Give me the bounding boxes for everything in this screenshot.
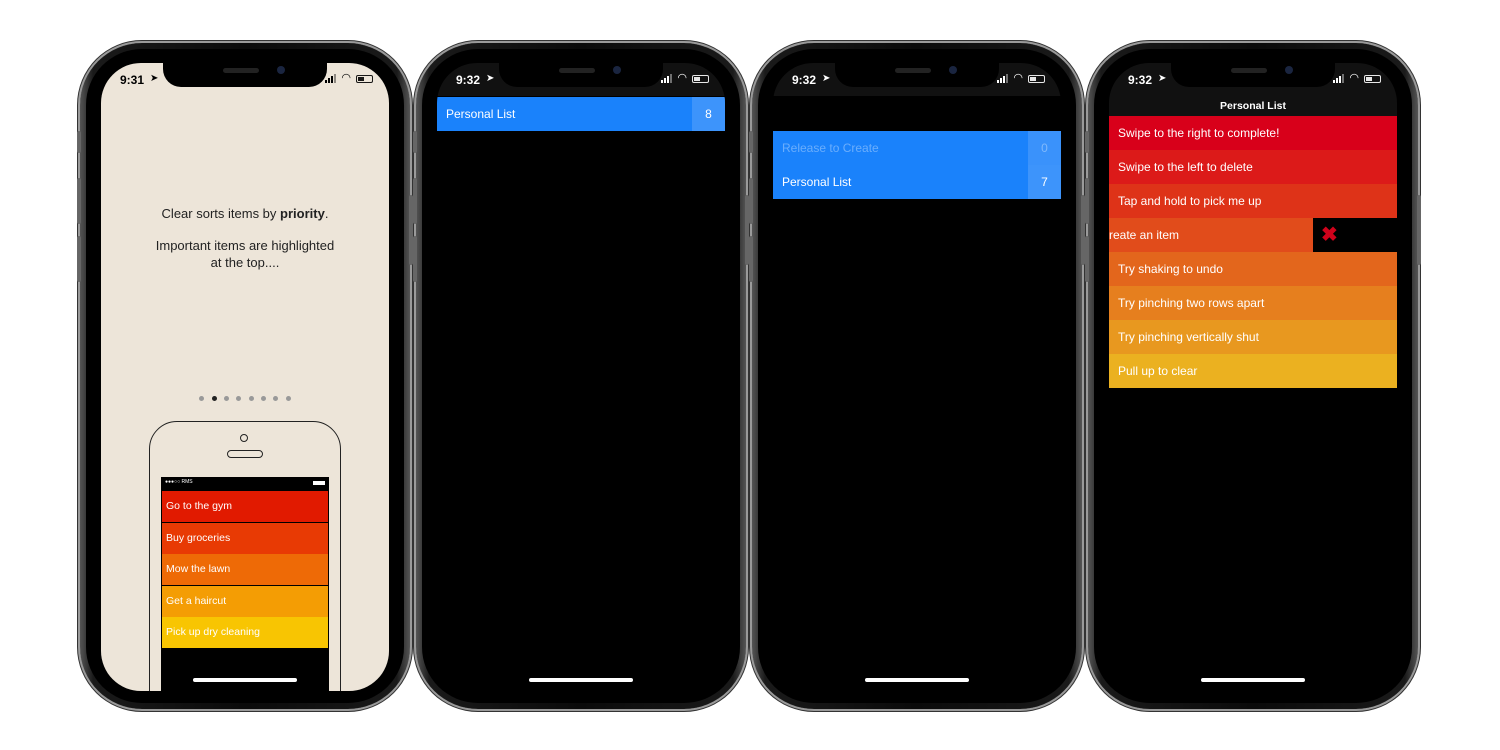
todo-row[interactable]: Try pinching vertically shut [1109, 320, 1397, 354]
status-time: 9:32 [792, 73, 817, 87]
status-time: 9:32 [1128, 73, 1153, 87]
page-dot[interactable] [211, 396, 217, 401]
battery-icon [356, 74, 373, 83]
battery-icon [1364, 74, 1381, 83]
phone-screen: Clear sorts items by priority. Important… [101, 63, 389, 691]
onboarding-text: Clear sorts items by priority. Important… [155, 206, 335, 270]
status-time: 9:31 [120, 73, 145, 87]
list-count: 0 [1028, 131, 1061, 165]
page-dot[interactable] [285, 396, 291, 401]
page-dot[interactable] [199, 396, 205, 401]
todo-row[interactable]: Pull up to clear [1109, 354, 1397, 388]
todo-row-swiped[interactable]: reate an item ✖ [1109, 218, 1397, 252]
page-indicator[interactable] [101, 394, 389, 401]
signal-icon [1333, 74, 1345, 83]
location-icon: ➤ [822, 73, 831, 84]
wifi-icon: ◠ [1013, 72, 1023, 84]
list-row[interactable]: Release to Create 0 [773, 131, 1061, 165]
list-name: Personal List [782, 175, 852, 189]
signal-icon [661, 74, 673, 83]
phone-screen: Release to Create 0 Personal List 7 9:32 ➤ ◠ [773, 63, 1061, 691]
phone-screen: Personal List 8 9:32 ➤ ◠ [437, 63, 725, 691]
list-name: Release to Create [782, 141, 879, 155]
home-indicator[interactable] [193, 678, 297, 682]
location-icon: ➤ [486, 73, 495, 84]
list-name: Personal List [446, 107, 516, 121]
page-dot[interactable] [236, 396, 242, 401]
signal-icon [325, 74, 337, 83]
mock-list-item: Get a haircut [162, 585, 328, 617]
page-dot[interactable] [223, 396, 229, 401]
page-dot[interactable] [273, 396, 279, 401]
todo-row[interactable]: Tap and hold to pick me up [1109, 184, 1397, 218]
mock-list-item: Mow the lawn [162, 554, 328, 586]
battery-icon [313, 481, 325, 485]
wifi-icon: ◠ [1349, 72, 1359, 84]
list-count: 7 [1028, 165, 1061, 199]
list-count: 8 [692, 97, 725, 131]
battery-icon [1028, 74, 1045, 83]
todo-row[interactable]: Try pinching two rows apart [1109, 286, 1397, 320]
phone-frame: Clear sorts items by priority. Important… [77, 43, 413, 709]
todo-row[interactable]: Swipe to the left to delete [1109, 150, 1397, 184]
todo-label: reate an item [1109, 218, 1313, 252]
phone-frame: Personal List Swipe to the right to compl… [1085, 43, 1421, 709]
home-indicator[interactable] [865, 678, 969, 682]
phone-screen: Personal List Swipe to the right to compl… [1109, 63, 1397, 691]
page-dot[interactable] [248, 396, 254, 401]
onboarding-page: Clear sorts items by priority. Important… [101, 63, 389, 691]
location-icon: ➤ [150, 73, 159, 84]
todo-row[interactable]: Try shaking to undo [1109, 252, 1397, 286]
home-indicator[interactable] [1201, 678, 1305, 682]
mock-carrier: ●●●○○ RMS [165, 479, 193, 485]
wifi-icon: ◠ [341, 72, 351, 84]
close-icon[interactable]: ✖ [1321, 218, 1338, 252]
page-dot[interactable] [261, 396, 267, 401]
list-row[interactable]: Personal List 7 [773, 165, 1061, 199]
illustration-phone: ●●●○○ RMS Go to the gym Buy groceries Mow … [149, 421, 341, 691]
status-time: 9:32 [456, 73, 481, 87]
list-row[interactable]: Personal List 8 [437, 97, 725, 131]
list-title: Personal List [1220, 100, 1286, 112]
todo-row[interactable]: Swipe to the right to complete! [1109, 116, 1397, 150]
camera-icon [240, 434, 248, 442]
phone-frame: Personal List 8 9:32 ➤ ◠ [413, 43, 749, 709]
speaker-icon [227, 450, 263, 458]
mock-list-item: Go to the gym [162, 491, 328, 522]
home-indicator[interactable] [529, 678, 633, 682]
mock-list-item: Buy groceries [162, 522, 328, 554]
mock-list-item: Pick up dry cleaning [162, 617, 328, 649]
wifi-icon: ◠ [677, 72, 687, 84]
location-icon: ➤ [1158, 73, 1167, 84]
signal-icon [997, 74, 1009, 83]
battery-icon [692, 74, 709, 83]
phone-frame: Release to Create 0 Personal List 7 9:32 ➤ ◠ [749, 43, 1085, 709]
